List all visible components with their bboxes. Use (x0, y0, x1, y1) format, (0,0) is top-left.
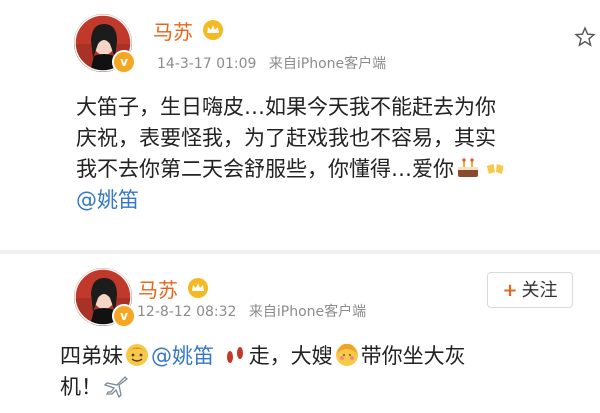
smile-emoji (126, 344, 148, 366)
username[interactable]: 马苏 (138, 274, 178, 303)
follow-button[interactable]: + 关注 (487, 272, 573, 308)
airplane-emoji (103, 376, 128, 399)
user-avatar[interactable]: v (74, 14, 136, 74)
post-content: 四弟妹 @姚笛 走，大嫂 带你坐大灰 机！ (60, 341, 590, 403)
content-text: 四弟妹 (60, 344, 123, 368)
crown-icon (203, 20, 223, 40)
plus-icon: + (502, 280, 518, 301)
post-divider (0, 250, 600, 254)
mention-link[interactable]: @姚笛 (76, 185, 591, 216)
follow-label: 关注 (521, 280, 558, 301)
shy-emoji (335, 343, 358, 366)
cheers-emoji (486, 161, 504, 174)
timestamp: 14-3-17 01:09 (157, 56, 257, 72)
content-line: 四弟妹 @姚笛 走，大嫂 带你坐大灰 (60, 341, 590, 372)
content-text: 走，大嫂 (248, 344, 333, 368)
verified-badge: v (112, 50, 136, 74)
verified-badge: v (112, 304, 136, 328)
footprints-emoji (226, 347, 243, 363)
star-icon[interactable] (574, 26, 596, 48)
content-line: 大笛子，生日嗨皮…如果今天我不能赶去为你 (76, 95, 496, 119)
content-line: 机！ (60, 372, 590, 403)
cake-emoji (458, 158, 478, 177)
content-line: 我不去你第二天会舒服些，你懂得…爱你 (76, 154, 591, 185)
post-content: 大笛子，生日嗨皮…如果今天我不能赶去为你 庆祝，表要怪我，为了赶戏我也不容易，其… (76, 92, 591, 216)
content-line: 庆祝，表要怪我，为了赶戏我也不容易，其实 (76, 126, 496, 150)
post-meta: 14-3-17 01:09 来自iPhone客户端 (157, 53, 386, 73)
source-label: 来自iPhone客户端 (268, 56, 387, 72)
username[interactable]: 马苏 (153, 16, 193, 45)
content-text: 我不去你第二天会舒服些，你懂得…爱你 (76, 157, 454, 181)
source-label: 来自iPhone客户端 (248, 304, 367, 320)
content-text: 带你坐大灰 (360, 344, 466, 368)
mention-link[interactable]: @姚笛 (151, 344, 214, 368)
content-text: 机！ (60, 375, 102, 399)
timestamp: 12-8-12 08:32 (137, 304, 237, 320)
weibo-post-1: v 马苏 14-3-17 01:09 来自iPhone客户端 大笛子，生日嗨皮…… (0, 0, 600, 250)
user-avatar[interactable]: v (74, 268, 136, 328)
crown-icon (188, 278, 208, 298)
post-meta: 12-8-12 08:32 来自iPhone客户端 (137, 301, 366, 321)
